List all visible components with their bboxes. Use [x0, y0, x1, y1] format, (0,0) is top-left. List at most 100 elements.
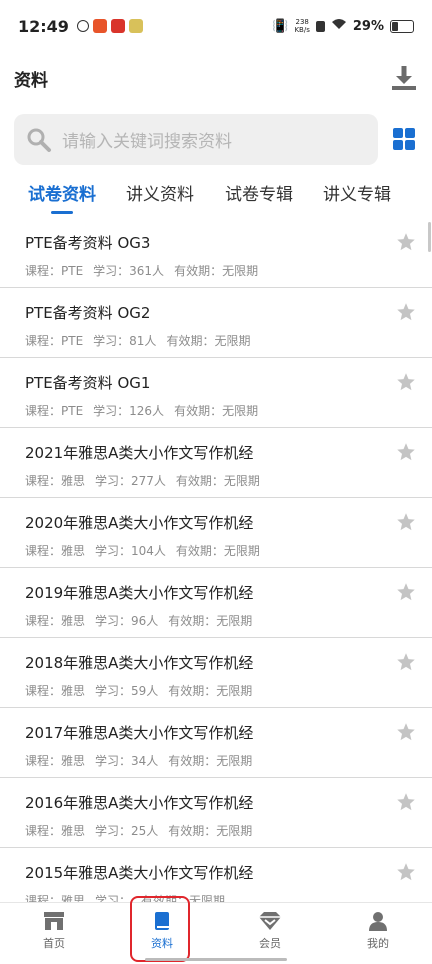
tab-lecture-collections[interactable]: 讲义专辑	[323, 180, 391, 205]
star-icon[interactable]	[396, 722, 416, 742]
item-title: PTE备考资料 OG1	[25, 374, 151, 392]
list-item[interactable]: 2016年雅思A类大小作文写作机经 课程：雅思 学习：25人 有效期：无限期	[0, 778, 432, 848]
list-item[interactable]: 2020年雅思A类大小作文写作机经 课程：雅思 学习：104人 有效期：无限期	[0, 498, 432, 568]
star-icon[interactable]	[396, 442, 416, 462]
item-study-count: 学习：104人	[95, 544, 166, 558]
item-meta: 课程：PTE 学习：126人 有效期：无限期	[25, 402, 268, 419]
item-course: 课程：雅思	[25, 754, 86, 768]
diamond-icon	[259, 912, 281, 930]
nav-membership-label: 会员	[259, 937, 281, 950]
item-study-count: 学习：59人	[95, 684, 159, 698]
item-validity: 有效期：无限期	[168, 684, 253, 698]
nav-profile[interactable]: 我的	[338, 911, 418, 951]
nav-profile-label: 我的	[367, 937, 389, 950]
status-bar: 12:49 📳 238 KB/s 29%	[0, 0, 432, 52]
star-icon[interactable]	[396, 302, 416, 322]
nfc-icon	[315, 20, 325, 32]
star-icon[interactable]	[396, 862, 416, 882]
search-icon	[27, 128, 51, 152]
item-course: 课程：雅思	[25, 544, 86, 558]
active-tab-indicator	[51, 211, 73, 214]
item-study-count: 学习：361人	[93, 264, 165, 278]
item-study-count: 学习：81人	[93, 334, 157, 348]
list-item[interactable]: 2017年雅思A类大小作文写作机经 课程：雅思 学习：34人 有效期：无限期	[0, 708, 432, 778]
bottom-nav: 首页 资料 会员 我的	[0, 902, 432, 964]
item-validity: 有效期：无限期	[168, 614, 253, 628]
item-study-count: 学习：126人	[93, 404, 165, 418]
search-placeholder: 请输入关键词搜索资料	[62, 132, 232, 152]
list-item[interactable]: 2019年雅思A类大小作文写作机经 课程：雅思 学习：96人 有效期：无限期	[0, 568, 432, 638]
materials-list: PTE备考资料 OG3 课程：PTE 学习：361人 有效期：无限期 PTE备考资料 O…	[0, 218, 432, 902]
item-title: 2016年雅思A类大小作文写作机经	[25, 794, 254, 812]
star-icon[interactable]	[396, 792, 416, 812]
list-item[interactable]: PTE备考资料 OG1 课程：PTE 学习：126人 有效期：无限期	[0, 358, 432, 428]
item-study-count: 学习：96人	[95, 614, 159, 628]
wifi-icon	[331, 18, 347, 34]
network-speed: 238 KB/s	[294, 18, 310, 34]
download-button[interactable]	[390, 64, 418, 92]
download-icon	[392, 66, 416, 90]
page-title: 资料	[14, 70, 48, 91]
star-icon[interactable]	[396, 652, 416, 672]
item-validity: 有效期：无限期	[168, 754, 253, 768]
item-meta: 课程：雅思 学习：25人 有效期：无限期	[25, 822, 262, 839]
item-meta: 课程：雅思 学习：277人 有效期：无限期	[25, 472, 270, 489]
item-validity: 有效期：无限期	[168, 824, 253, 838]
star-icon[interactable]	[396, 372, 416, 392]
item-course: 课程：雅思	[25, 684, 86, 698]
item-study-count: 学习：34人	[95, 754, 159, 768]
star-icon[interactable]	[396, 512, 416, 532]
item-study-count: 学习：277人	[95, 474, 166, 488]
home-icon	[44, 912, 64, 930]
grid-view-icon[interactable]	[393, 128, 415, 150]
star-icon[interactable]	[396, 232, 416, 252]
item-validity: 有效期：无限期	[175, 544, 260, 558]
category-tabs: 试卷资料 讲义资料 试卷专辑 讲义专辑	[0, 172, 432, 216]
list-item[interactable]: 2018年雅思A类大小作文写作机经 课程：雅思 学习：59人 有效期：无限期	[0, 638, 432, 708]
nav-membership[interactable]: 会员	[230, 911, 310, 951]
user-icon	[369, 912, 387, 931]
app-notification-icon	[76, 20, 89, 32]
app-notification-icon	[128, 19, 143, 33]
item-meta: 课程：雅思 学习：34人 有效期：无限期	[25, 752, 262, 769]
vibrate-icon: 📳	[272, 18, 289, 34]
nav-home-label: 首页	[43, 937, 65, 950]
tab-exam-materials[interactable]: 试卷资料	[28, 180, 96, 205]
app-notification-icon	[110, 19, 125, 33]
list-item[interactable]: PTE备考资料 OG3 课程：PTE 学习：361人 有效期：无限期	[0, 218, 432, 288]
item-title: PTE备考资料 OG3	[25, 234, 151, 252]
tab-exam-collections[interactable]: 试卷专辑	[225, 180, 293, 205]
item-title: 2015年雅思A类大小作文写作机经	[25, 864, 254, 882]
item-validity: 有效期：无限期	[175, 474, 260, 488]
item-course: 课程：雅思	[25, 614, 86, 628]
star-icon[interactable]	[396, 582, 416, 602]
item-meta: 课程：雅思 学习：96人 有效期：无限期	[25, 612, 262, 629]
nav-home[interactable]: 首页	[14, 911, 94, 951]
item-title: 2017年雅思A类大小作文写作机经	[25, 724, 254, 742]
status-time: 12:49	[18, 16, 69, 36]
list-item[interactable]: PTE备考资料 OG2 课程：PTE 学习：81人 有效期：无限期	[0, 288, 432, 358]
item-study-count: 学习：	[95, 894, 132, 902]
list-item[interactable]: 2021年雅思A类大小作文写作机经 课程：雅思 学习：277人 有效期：无限期	[0, 428, 432, 498]
item-course: 课程：PTE	[25, 404, 84, 418]
item-course: 课程：雅思	[25, 474, 86, 488]
item-validity: 有效期：无限期	[166, 334, 251, 348]
item-title: PTE备考资料 OG2	[25, 304, 151, 322]
item-course: 课程：PTE	[25, 334, 84, 348]
item-meta: 课程：雅思 学习：104人 有效期：无限期	[25, 542, 270, 559]
search-input[interactable]: 请输入关键词搜索资料	[14, 114, 378, 165]
item-meta: 课程：PTE 学习：361人 有效期：无限期	[25, 262, 268, 279]
item-study-count: 学习：25人	[95, 824, 159, 838]
scrollbar[interactable]	[428, 222, 431, 252]
item-meta: 课程：PTE 学习：81人 有效期：无限期	[25, 332, 260, 349]
item-meta: 课程：雅思 学习：59人 有效期：无限期	[25, 682, 262, 699]
home-indicator	[145, 958, 287, 961]
list-item[interactable]: 2015年雅思A类大小作文写作机经 课程：雅思 学习： 有效期：无限期	[0, 848, 432, 902]
battery-percent: 29%	[352, 18, 384, 34]
item-course: 课程：雅思	[25, 824, 86, 838]
item-validity: 有效期：无限期	[174, 404, 259, 418]
tab-lecture-materials[interactable]: 讲义资料	[126, 180, 194, 205]
nav-highlight-box	[130, 896, 190, 962]
item-course: 课程：雅思	[25, 894, 86, 902]
item-course: 课程：PTE	[25, 264, 84, 278]
